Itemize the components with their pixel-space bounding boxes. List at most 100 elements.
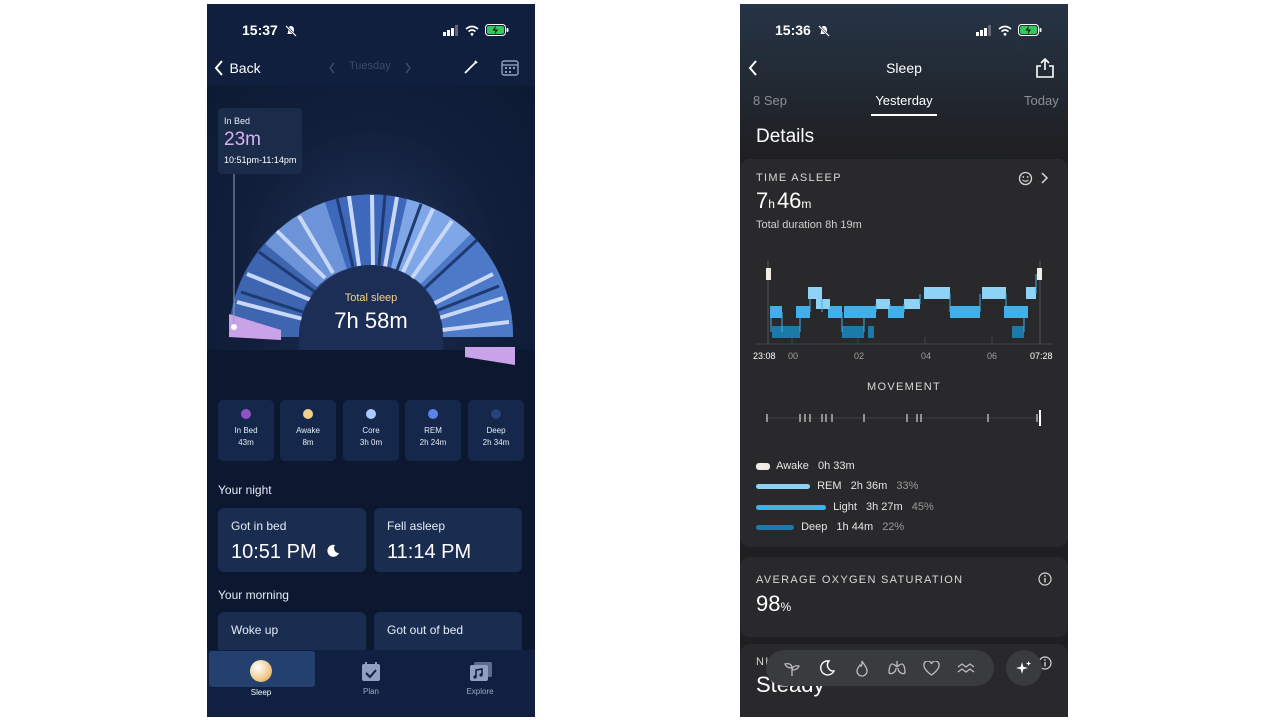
fell-asleep-card[interactable]: Fell asleep 11:14 PM (374, 508, 522, 572)
x-label: 04 (921, 351, 932, 361)
tab-sleep-label: Sleep (250, 688, 272, 697)
legend-item: Core 3h 0m (343, 400, 399, 461)
tab-sleep[interactable]: Sleep (208, 650, 314, 717)
chevron-left-icon (748, 60, 757, 76)
calendar-button[interactable] (501, 59, 519, 81)
tab-explore[interactable]: Explore (427, 650, 533, 717)
x-label: 06 (987, 351, 998, 361)
day-label: Tuesday (349, 60, 391, 72)
moon-icon[interactable] (819, 660, 835, 676)
bell-off-icon (285, 24, 297, 42)
signal-icon (976, 24, 991, 36)
x-label: 00 (788, 351, 799, 361)
total-sleep-value: 7h 58m (334, 308, 408, 333)
sleep-hypnogram (756, 261, 1052, 345)
sleep-app-screen-left: 15:37 Back Tuesday In Bed 23m 10:51pm-11… (207, 4, 535, 717)
share-icon (1036, 57, 1054, 78)
chevron-left-icon (329, 62, 335, 74)
legend-label: In Bed (234, 426, 258, 435)
signal-icon (443, 24, 458, 36)
calendar-icon (501, 60, 519, 76)
flame-icon[interactable] (854, 660, 870, 677)
x-label-start: 23:08 (753, 351, 776, 361)
x-label-end: 07:28 (1030, 351, 1053, 361)
share-button[interactable] (1035, 57, 1055, 84)
stage-row-rem: REM 2h 36m 33% (756, 480, 918, 492)
got-in-bed-card[interactable]: Got in bed 10:51 PM (218, 508, 366, 572)
waves-icon[interactable] (957, 661, 975, 675)
sparkle-icon (1016, 661, 1031, 674)
legend-label: Deep (486, 426, 506, 435)
info-icon (1038, 572, 1052, 586)
chevron-left-icon (214, 60, 223, 76)
legend-dot (428, 409, 438, 419)
assistant-button[interactable] (1006, 650, 1042, 686)
prev-day-button[interactable] (328, 61, 336, 79)
bell-off-icon (818, 24, 830, 42)
music-cards-icon (470, 662, 492, 681)
in-bed-card-range: 10:51pm-11:14pm (224, 155, 297, 165)
date-selector: 8 Sep Yesterday Today (740, 92, 1068, 120)
smiley-icon (1018, 171, 1033, 186)
chevron-right-icon (1041, 172, 1049, 184)
wifi-icon (465, 25, 479, 36)
got-out-of-bed-label: Got out of bed (387, 623, 464, 637)
tab-plan-label: Plan (362, 687, 379, 696)
date-next[interactable]: Today (1024, 93, 1059, 108)
got-in-bed-label: Got in bed (231, 519, 287, 533)
date-current[interactable]: Yesterday (854, 93, 954, 108)
oxygen-label: AVERAGE OXYGEN SATURATION (756, 574, 964, 586)
sleep-radial-chart (229, 174, 515, 365)
total-sleep-label: Total sleep (344, 292, 398, 304)
stage-row-awake: Awake 0h 33m (756, 460, 855, 472)
sleep-app-screen-right: 15:36 Sleep 8 Sep Yesterday Today Detail… (740, 4, 1068, 717)
movement-track (766, 410, 1042, 426)
fell-asleep-label: Fell asleep (387, 519, 446, 533)
time-asleep-more-button[interactable] (1040, 171, 1049, 190)
date-prev[interactable]: 8 Sep (753, 93, 787, 108)
wifi-icon (998, 25, 1012, 36)
woke-up-label: Woke up (231, 623, 279, 637)
legend-label: REM (424, 426, 442, 435)
tab-explore-label: Explore (466, 687, 494, 696)
oxygen-info-button[interactable] (1038, 572, 1052, 591)
calendar-check-icon (362, 662, 380, 681)
next-day-button[interactable] (404, 61, 412, 79)
battery-charging-icon (485, 24, 509, 36)
battery-charging-icon (1018, 24, 1042, 36)
tab-bar: Sleep Plan Explore (207, 650, 535, 717)
time-asleep-label: TIME ASLEEP (756, 172, 842, 184)
floating-nav (766, 650, 994, 686)
moon-icon (327, 544, 340, 557)
in-bed-card-title: In Bed (224, 116, 251, 126)
your-night-label: Your night (218, 483, 272, 497)
got-in-bed-value: 10:51 PM (231, 541, 317, 563)
pencil-icon (464, 60, 478, 74)
legend-item: Awake 8m (280, 400, 336, 461)
legend-dot (366, 409, 376, 419)
status-time: 15:37 (242, 22, 278, 38)
back-button[interactable] (746, 58, 760, 83)
movement-label: MOVEMENT (867, 381, 941, 393)
back-button[interactable]: Back (213, 59, 261, 77)
lungs-icon[interactable] (888, 660, 906, 676)
edit-button[interactable] (463, 59, 479, 80)
sleep-orb-icon (250, 660, 272, 682)
tab-plan[interactable]: Plan (318, 650, 424, 717)
legend-item: In Bed 43m (218, 400, 274, 461)
emoji-button[interactable] (1018, 171, 1033, 191)
back-label: Back (229, 60, 261, 76)
status-icons (976, 24, 1042, 36)
your-morning-label: Your morning (218, 588, 289, 602)
stage-row-deep: Deep 1h 44m 22% (756, 521, 904, 533)
in-bed-card: In Bed 23m 10:51pm-11:14pm (218, 108, 302, 174)
legend-value: 43m (238, 438, 254, 447)
legend-value: 8m (302, 438, 314, 447)
legend-value: 2h 24m (419, 438, 447, 447)
legend-label: Core (362, 426, 380, 435)
heart-icon[interactable] (923, 661, 940, 676)
status-icons (443, 24, 509, 36)
chevron-right-icon (405, 62, 411, 74)
stage-row-light: Light 3h 27m 45% (756, 501, 934, 513)
sprout-icon[interactable] (784, 661, 800, 677)
